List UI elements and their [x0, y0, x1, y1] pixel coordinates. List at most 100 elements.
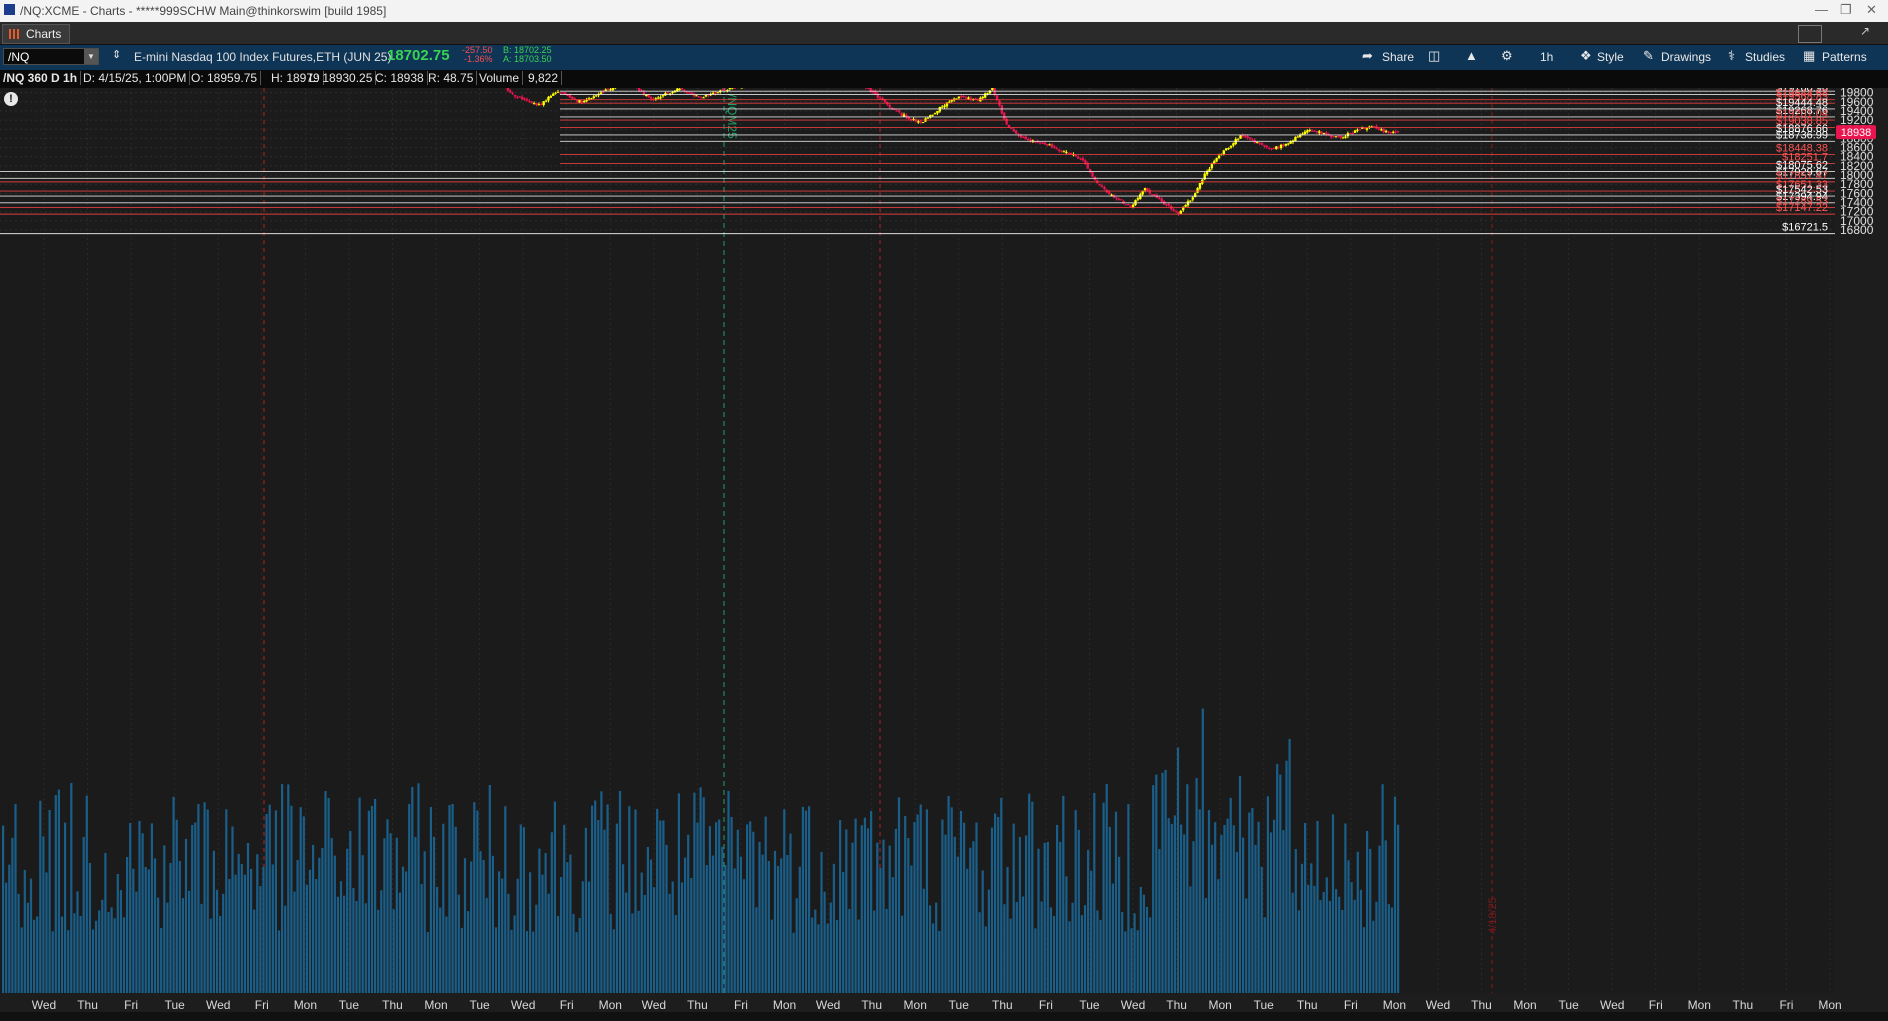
tab-charts-label: Charts [26, 27, 62, 41]
volume-bar [696, 822, 699, 993]
volume-bar [628, 806, 631, 993]
patterns-button[interactable]: Patterns [1822, 50, 1867, 64]
layout-button[interactable] [1798, 25, 1822, 43]
studies-button[interactable]: Studies [1745, 50, 1785, 64]
alert-icon[interactable]: ! [4, 92, 18, 106]
candle-body [602, 91, 605, 93]
candle-body [1236, 139, 1240, 141]
volume-bar [742, 879, 746, 993]
volume-bar [336, 896, 339, 993]
volume-bar [972, 841, 975, 993]
volume-bar [1282, 830, 1285, 993]
symbol-dropdown-icon[interactable]: ▼ [84, 49, 98, 64]
flask-icon[interactable]: ▲ [1465, 48, 1478, 63]
volume-bar [361, 855, 364, 993]
candle-body [1014, 130, 1018, 134]
candle-body [1172, 209, 1175, 211]
link-icon[interactable]: ⇕ [112, 48, 121, 61]
volume-bar [488, 784, 491, 993]
candle-body [1196, 188, 1199, 193]
candle-body [609, 89, 612, 91]
candle-body [1143, 188, 1147, 191]
minimize-icon[interactable]: — [1815, 2, 1828, 17]
volume-bar [330, 838, 333, 993]
restore-icon[interactable]: ❐ [1840, 2, 1852, 18]
volume-bar [587, 881, 591, 993]
volume-bar [1362, 927, 1366, 993]
volume-bar [203, 802, 206, 993]
candle-body [590, 98, 593, 100]
studies-icon[interactable]: ⚕ [1728, 48, 1735, 64]
x-tick-label: Thu [1297, 998, 1318, 1012]
candle-body [1267, 147, 1271, 149]
candle-body [537, 104, 541, 106]
volume-bar [1155, 774, 1158, 993]
candle-body [1124, 204, 1128, 206]
volume-bar [11, 837, 14, 993]
volume-bar [178, 861, 181, 993]
volume-bar [191, 825, 194, 993]
candle-body [1026, 139, 1030, 141]
volume-bar [798, 866, 801, 993]
volume-bar [1139, 886, 1142, 993]
volume-bar [383, 838, 386, 993]
volume-bar [845, 829, 848, 993]
candle-body [1265, 145, 1268, 148]
volume-bar [225, 809, 228, 993]
volume-bar [966, 868, 969, 993]
bar-low: L: 18930.25 [306, 71, 377, 85]
volume-bar [163, 845, 166, 993]
candle-body [716, 92, 720, 94]
symbol-input[interactable]: /NQ ▼ [3, 48, 99, 65]
style-icon[interactable]: ❖ [1580, 48, 1592, 64]
pin-icon[interactable]: ↗ [1860, 24, 1870, 38]
tab-charts[interactable]: Charts [2, 24, 71, 44]
gear-icon[interactable]: ⚙ [1501, 48, 1513, 64]
candle-body [1003, 112, 1006, 120]
share-button[interactable]: Share [1382, 50, 1414, 64]
volume-bar [1207, 809, 1211, 993]
volume-bar [70, 783, 73, 993]
price-chart[interactable]: 1680017000172001740017600178001800018200… [0, 88, 1888, 1012]
grid-icon[interactable]: ◫ [1428, 48, 1440, 64]
candle-body [1289, 141, 1292, 144]
volume-bar [566, 862, 569, 993]
volume-bar [1133, 913, 1136, 993]
volume-bar [91, 929, 95, 993]
volume-bar [370, 805, 374, 993]
volume-bar [684, 857, 687, 993]
candle-body [542, 101, 545, 105]
drawings-button[interactable]: Drawings [1661, 50, 1711, 64]
volume-bar [739, 856, 742, 993]
volume-bar [1214, 822, 1217, 993]
candle-body [943, 105, 946, 108]
volume-bar [857, 919, 860, 993]
candle-body [532, 103, 536, 105]
patterns-icon[interactable]: ▦ [1803, 48, 1815, 64]
candle-body [568, 94, 572, 98]
candle-body [711, 92, 715, 94]
volume-bar [1217, 879, 1220, 993]
drawings-icon[interactable]: ✎ [1643, 48, 1654, 64]
volume-bar [525, 931, 529, 993]
volume-bar [1263, 917, 1266, 993]
timeframe-button[interactable]: 1h [1540, 50, 1553, 64]
volume-bar [219, 915, 222, 993]
volume-bar [1108, 826, 1111, 993]
volume-bar [659, 820, 662, 993]
volume-bar [758, 841, 761, 993]
volume-bar [119, 890, 122, 993]
candle-body [1334, 136, 1338, 138]
candle-body [1053, 146, 1056, 148]
share-icon[interactable]: ➦ [1362, 48, 1373, 64]
candle-body [1227, 148, 1230, 150]
candle-body [1384, 130, 1388, 133]
close-icon[interactable]: ✕ [1866, 2, 1877, 18]
candle-body [1303, 131, 1307, 135]
candle-body [948, 101, 951, 103]
volume-bar [755, 907, 758, 993]
volume-bar [274, 810, 277, 993]
volume-bar [866, 828, 870, 993]
style-button[interactable]: Style [1597, 50, 1624, 64]
x-tick-label: Mon [904, 998, 927, 1012]
